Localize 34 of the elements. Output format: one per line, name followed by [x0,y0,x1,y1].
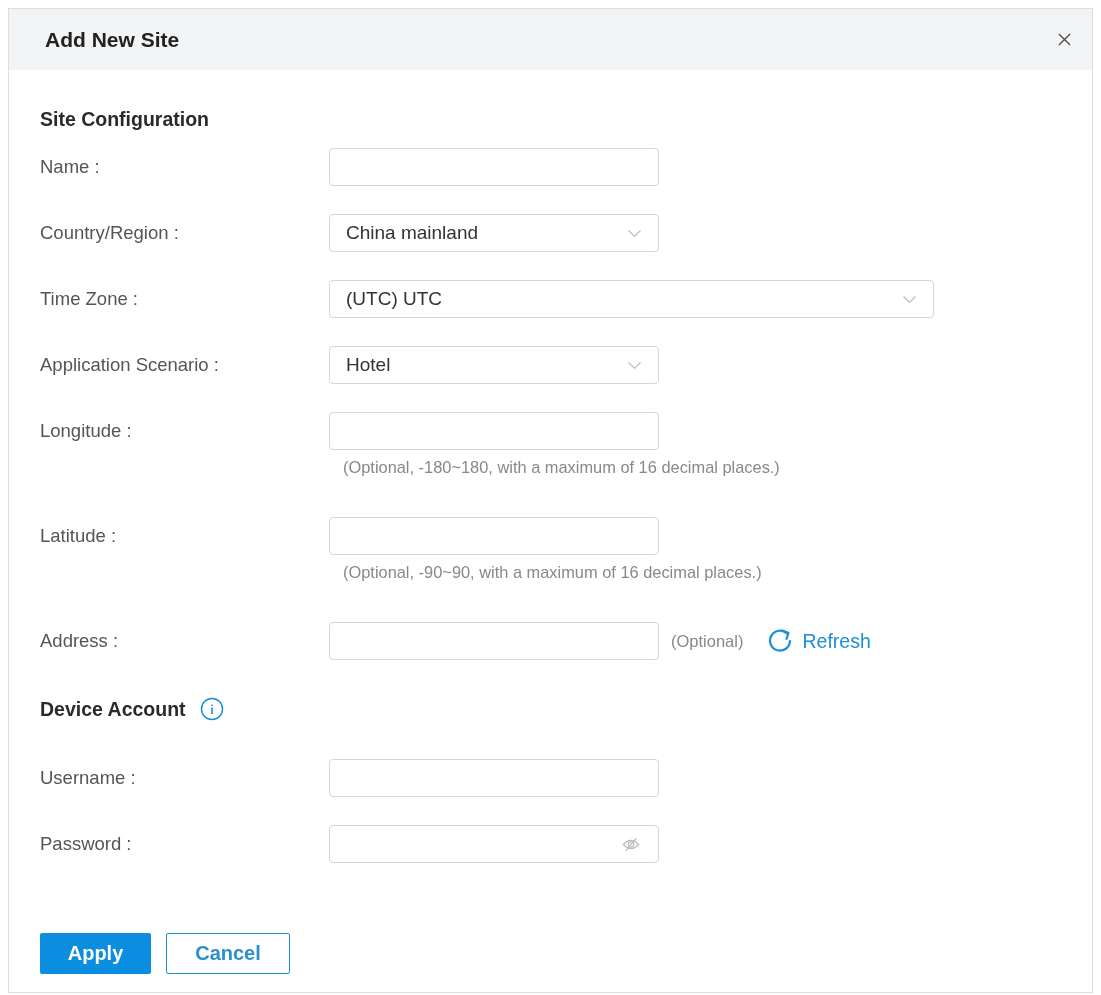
cancel-button[interactable]: Cancel [166,933,290,974]
field-label: Name : [40,156,101,178]
chevron-down-icon [628,361,641,369]
hint-text: (Optional, -180~180, with a maximum of 16 decimal places.) [343,457,781,477]
chevron-down-icon [628,229,641,237]
field-label: Country/Region : [40,222,180,244]
dropdown-field[interactable]: Hotel [329,346,659,384]
refresh-icon [767,628,794,654]
field-label: Username : [40,767,137,789]
input-field[interactable] [329,148,659,186]
field-label: Latitude : [40,525,118,547]
dropdown-field[interactable]: (UTC) UTC [329,280,934,318]
input-field[interactable] [329,759,659,797]
info-icon[interactable] [199,697,224,721]
field-label: Password : [40,833,133,855]
field-label: Time Zone : [40,288,139,310]
field-label: Application Scenario : [40,354,220,376]
eye-slash-icon[interactable] [622,836,640,852]
field-label: Longitude : [40,420,133,442]
chevron-down-icon [903,295,916,303]
dropdown-field[interactable]: China mainland [329,214,659,252]
optional-note: (Optional) [671,631,744,651]
section-title: Device Account [40,698,186,720]
input-field[interactable] [329,412,659,450]
field-label: Address : [40,630,120,652]
input-field[interactable] [329,517,659,555]
section-title: Site Configuration [40,108,209,130]
input-field[interactable] [329,622,659,660]
refresh-button[interactable]: Refresh [767,628,871,654]
apply-button[interactable]: Apply [40,933,151,974]
dialog-title: Add New Site [45,27,180,52]
password-field[interactable] [329,825,659,863]
hint-text: (Optional, -90~90, with a maximum of 16 decimal places.) [343,562,763,582]
close-icon[interactable] [1058,33,1071,46]
